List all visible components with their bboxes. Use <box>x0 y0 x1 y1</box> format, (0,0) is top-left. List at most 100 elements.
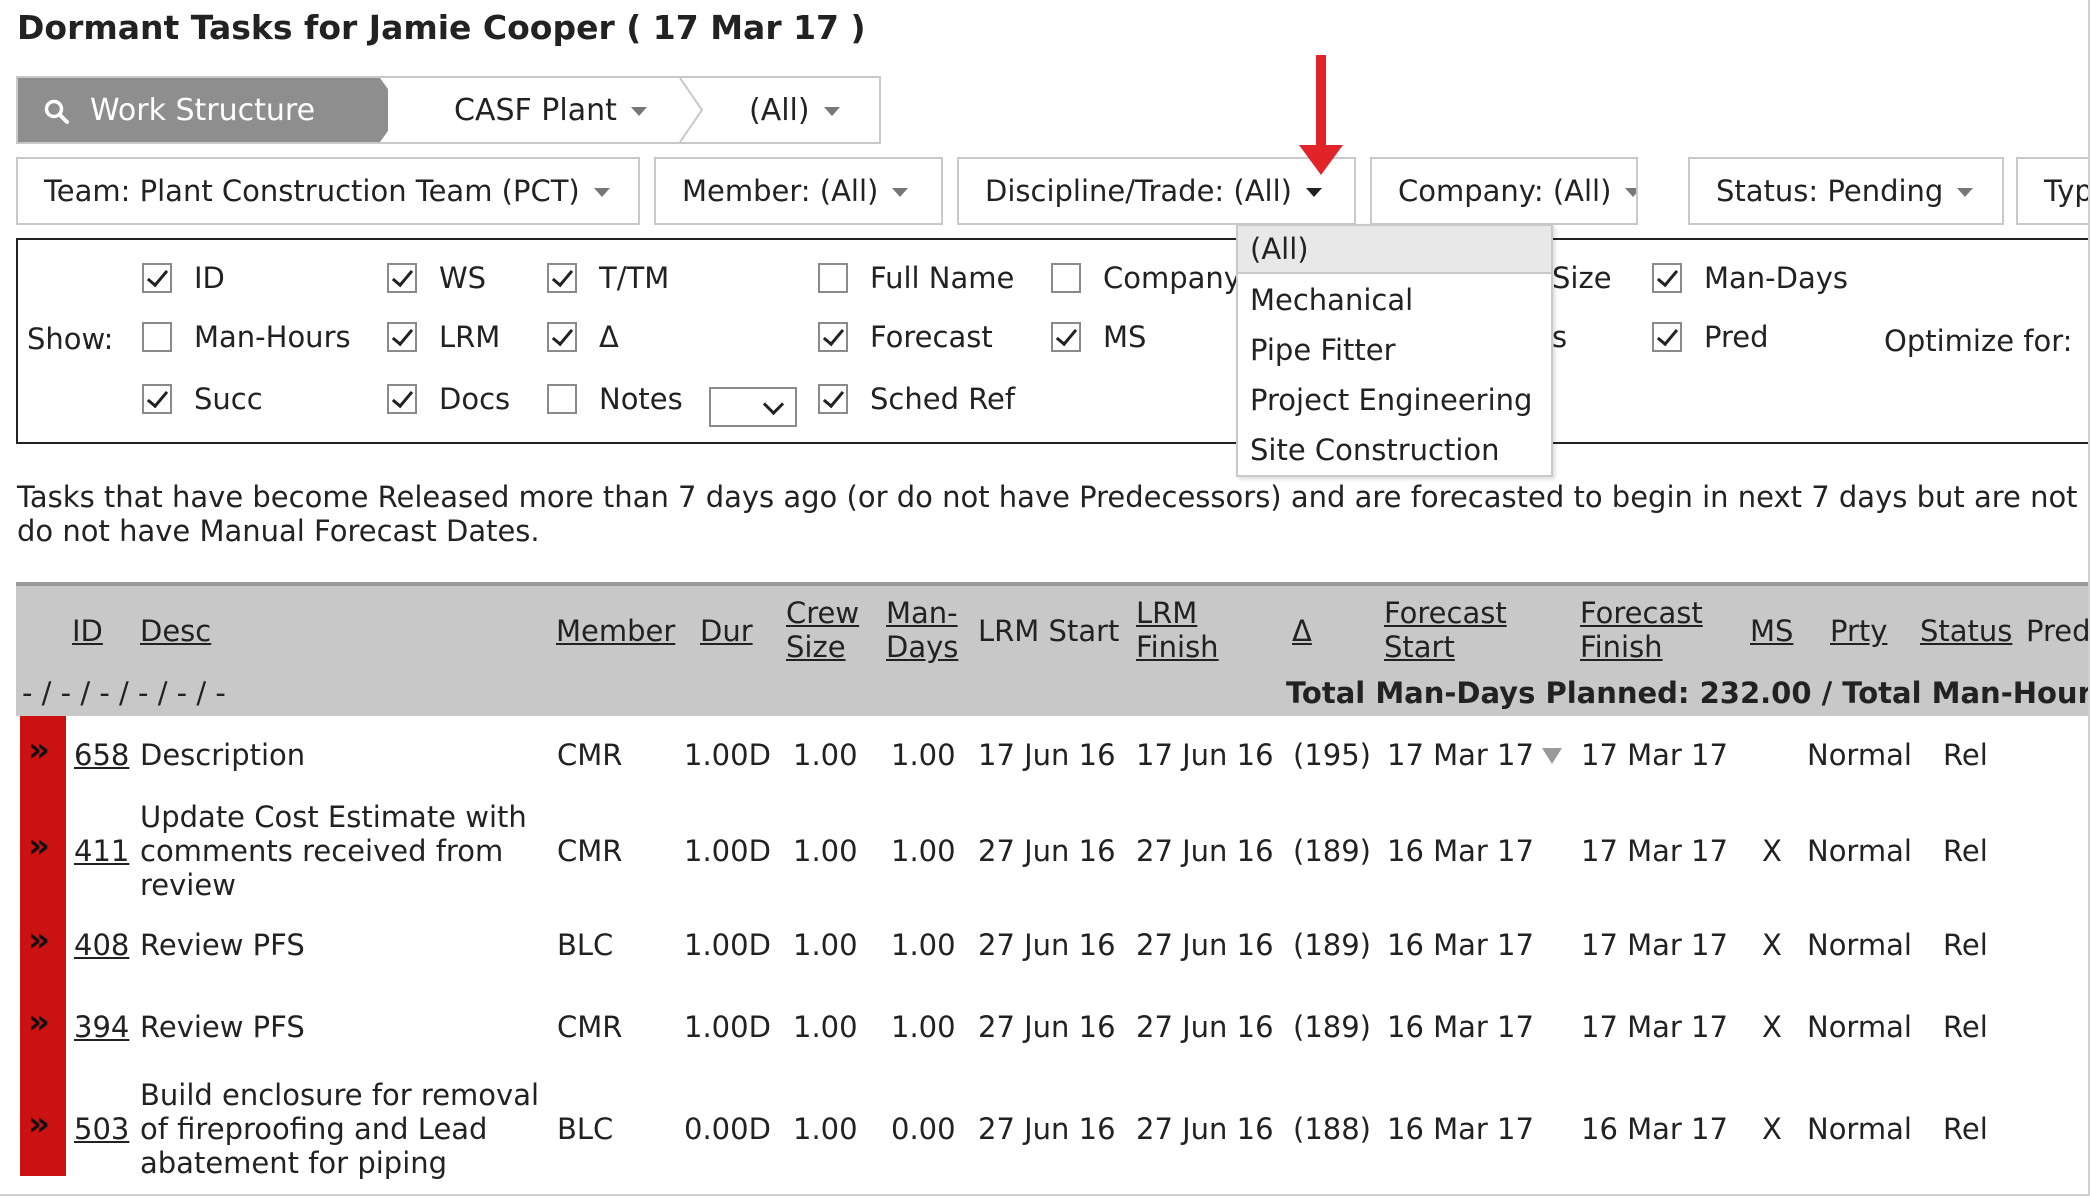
notes-select[interactable] <box>709 387 797 427</box>
double-chevron-right-icon[interactable]: » <box>28 920 50 960</box>
checkbox-label: WS <box>439 261 487 295</box>
col-lrm-start: LRM Start <box>978 614 1120 648</box>
col-man-days[interactable]: Man- Days <box>886 596 958 664</box>
checkbox-forecast[interactable] <box>818 322 848 352</box>
checkbox-id[interactable] <box>142 263 172 293</box>
col-desc[interactable]: Desc <box>140 614 211 648</box>
chevron-down-icon <box>1305 187 1322 197</box>
checkbox-notes[interactable] <box>547 384 577 414</box>
breadcrumb-plant-dropdown[interactable]: CASF Plant <box>454 78 647 142</box>
col-ms[interactable]: MS <box>1750 614 1793 648</box>
checkbox-lrm[interactable] <box>387 322 417 352</box>
task-man-days: 1.00 <box>891 738 956 772</box>
task-delta: (195) <box>1293 738 1371 772</box>
task-forecast-start: 16 Mar 17 <box>1387 928 1534 962</box>
type-filter[interactable]: Typ <box>2016 157 2090 225</box>
checkbox-docs[interactable] <box>387 384 417 414</box>
checkbox-ms[interactable] <box>1051 322 1081 352</box>
col-id[interactable]: ID <box>72 614 103 648</box>
col-lrm-line2: Finish <box>1136 630 1219 664</box>
task-desc: review <box>140 868 236 902</box>
col-dur[interactable]: Dur <box>700 614 753 648</box>
chevron-down-icon <box>593 187 610 197</box>
status-filter[interactable]: Status: Pending <box>1688 157 2004 225</box>
task-id-link[interactable]: 658 <box>74 738 129 772</box>
checkbox-label: Man-Days <box>1704 261 1849 295</box>
col-delta[interactable]: Δ <box>1292 614 1312 648</box>
task-forecast-start: 16 Mar 17 <box>1387 1112 1534 1146</box>
double-chevron-right-icon[interactable]: » <box>28 1104 50 1144</box>
task-id-link[interactable]: 503 <box>74 1112 129 1146</box>
breadcrumb-separator <box>679 78 704 142</box>
checkbox-succ[interactable] <box>142 384 172 414</box>
task-member: CMR <box>557 1010 623 1044</box>
task-id-link[interactable]: 394 <box>74 1010 129 1044</box>
col-member[interactable]: Member <box>556 614 675 648</box>
task-desc: Description <box>140 738 306 772</box>
task-lrm-start: 27 Jun 16 <box>978 1112 1116 1146</box>
col-prty[interactable]: Prty <box>1830 614 1887 648</box>
discipline-filter[interactable]: Discipline/Trade: (All) <box>957 157 1356 225</box>
task-desc: Build enclosure for removal <box>140 1078 540 1112</box>
task-member: BLC <box>557 928 614 962</box>
checkbox-ws[interactable] <box>387 263 417 293</box>
search-icon <box>44 98 69 124</box>
dropdown-item[interactable]: Mechanical <box>1238 276 1551 324</box>
dropdown-item[interactable]: Site Construction <box>1238 426 1551 474</box>
table-header: ID Desc Member Dur Crew Size Man- Days L… <box>16 582 2090 716</box>
checkbox-label: s <box>1552 320 1568 354</box>
checkbox-label: Full Name <box>870 261 1015 295</box>
task-lrm-start: 27 Jun 16 <box>978 928 1116 962</box>
col-fs-line1: Forecast <box>1384 596 1507 630</box>
checkbox-sched-ref[interactable] <box>818 384 848 414</box>
task-crew-size: 1.00 <box>793 928 858 962</box>
task-forecast-finish: 17 Mar 17 <box>1581 738 1728 772</box>
double-chevron-right-icon[interactable]: » <box>28 826 50 866</box>
checkbox-company[interactable] <box>1051 263 1081 293</box>
chevron-down-icon <box>630 106 647 116</box>
task-desc: Update Cost Estimate with <box>140 800 527 834</box>
checkbox-label: Man-Hours <box>194 320 351 354</box>
task-lrm-start: 17 Jun 16 <box>978 738 1116 772</box>
company-filter[interactable]: Company: (All) <box>1370 157 1638 225</box>
team-filter[interactable]: Team: Plant Construction Team (PCT) <box>16 157 640 225</box>
member-filter[interactable]: Member: (All) <box>654 157 943 225</box>
checkbox--[interactable] <box>547 322 577 352</box>
checkbox-full-name[interactable] <box>818 263 848 293</box>
checkbox-pred[interactable] <box>1652 322 1682 352</box>
col-crew-size[interactable]: Crew Size <box>786 596 859 664</box>
col-status[interactable]: Status <box>1920 614 2012 648</box>
breadcrumb-all-dropdown[interactable]: (All) <box>749 78 840 142</box>
breadcrumb-work-structure[interactable]: Work Structure <box>18 78 388 142</box>
chevron-down-icon <box>1957 187 1974 197</box>
col-forecast-start[interactable]: Forecast Start <box>1384 596 1507 664</box>
task-man-days: 1.00 <box>891 928 956 962</box>
checkbox-label: Sched Ref <box>870 382 1016 416</box>
col-lrm-finish[interactable]: LRM Finish <box>1136 596 1219 664</box>
task-dur: 1.00D <box>684 834 771 868</box>
task-desc: of fireproofing and Lead <box>140 1112 488 1146</box>
optimize-label: Optimize for: <box>1884 324 2073 358</box>
task-ms: X <box>1762 1112 1782 1146</box>
task-id-link[interactable]: 411 <box>74 834 129 868</box>
task-forecast-finish: 17 Mar 17 <box>1581 928 1728 962</box>
double-chevron-right-icon[interactable]: » <box>28 1002 50 1042</box>
col-forecast-finish[interactable]: Forecast Finish <box>1580 596 1703 664</box>
checkbox-man-days[interactable] <box>1652 263 1682 293</box>
task-id-link[interactable]: 408 <box>74 928 129 962</box>
task-forecast-start: 17 Mar 17 <box>1387 738 1534 772</box>
member-filter-label: Member: (All) <box>682 174 879 208</box>
task-man-days: 0.00 <box>891 1112 956 1146</box>
chevron-down-icon <box>762 393 785 416</box>
company-filter-label: Company: (All) <box>1398 174 1612 208</box>
dropdown-item[interactable]: (All) <box>1238 226 1551 274</box>
team-filter-label: Team: Plant Construction Team (PCT) <box>44 174 580 208</box>
task-desc: Review PFS <box>140 928 305 962</box>
double-chevron-right-icon[interactable]: » <box>28 730 50 770</box>
task-lrm-finish: 27 Jun 16 <box>1136 1112 1274 1146</box>
checkbox-t-tm[interactable] <box>547 263 577 293</box>
dropdown-item[interactable]: Project Engineering <box>1238 376 1551 424</box>
checkbox-man-hours[interactable] <box>142 322 172 352</box>
task-priority: Normal <box>1807 1010 1912 1044</box>
dropdown-item[interactable]: Pipe Fitter <box>1238 326 1551 374</box>
